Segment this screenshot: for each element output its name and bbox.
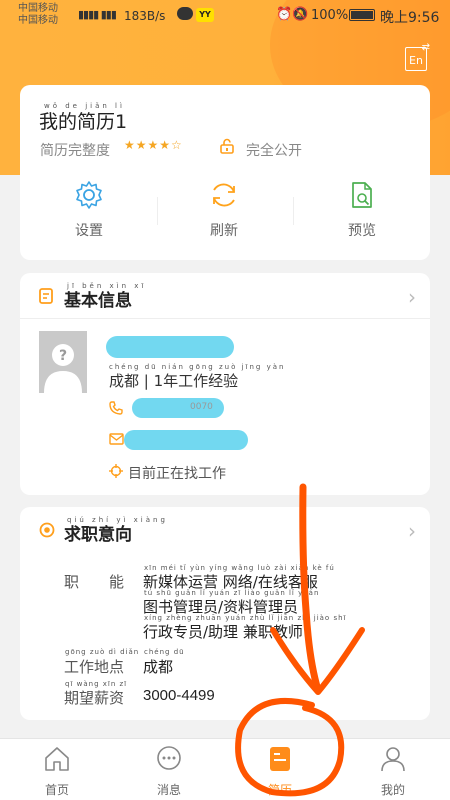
location-label-pinyin: gōng zuò dì diǎn [65,648,140,656]
email-redacted [124,430,248,450]
location-experience: 成都 | 1年工作经验 [109,372,239,390]
job-intent-title: 求职意向 [64,525,132,545]
preview-label: 预览 [348,223,376,239]
carrier-1: 中国移动 [18,3,58,14]
gear-icon [76,181,102,209]
alarm-icon: ⏰ [276,7,293,22]
tab-resume-label: 简历 [267,783,292,797]
function-value-2: 行政专员/助理 兼职教师 [143,623,303,641]
location-value: 成都 [143,658,174,676]
home-icon [45,747,69,771]
chevron-right-icon[interactable]: › [408,519,416,543]
tab-home-label: 首页 [44,783,69,797]
mute-icon: 🔕 [292,7,309,22]
completeness-stars: ★★★★☆ [124,138,183,152]
avatar[interactable]: ? [39,331,87,393]
target-icon [39,522,55,538]
settings-label: 设置 [75,223,103,239]
network-speed: 183B/s [124,9,166,23]
name-redacted [106,336,234,358]
tab-messages[interactable]: 消息 [139,745,199,798]
location-label: 工作地点 [64,658,125,676]
completeness-label: 简历完整度 [40,143,110,159]
visibility-status[interactable]: 完全公开 [246,140,302,160]
job-status: 目前正在找工作 [128,466,226,482]
job-intent-card[interactable]: qiú zhí yì xiàng 求职意向 › 职 能 xīn méi tǐ y… [20,507,430,720]
profile-icon [381,747,405,772]
clock: 晚上9:56 [380,10,440,26]
preview-button[interactable]: 预览 [322,180,402,240]
unlock-icon [220,138,234,154]
carrier-labels: 中国移动 中国移动 [18,3,58,27]
resume-summary-card: wǒ de jiǎn lì 我的简历1 简历完整度 ★★★★☆ 完全公开 设置 … [20,85,430,260]
phone-suffix: 0070 [190,402,213,412]
carrier-2: 中国移动 [18,15,58,26]
refresh-icon [213,183,235,207]
chat-notification-icon [177,7,193,20]
location-pinyin: chéng dū [144,648,185,656]
basic-info-card[interactable]: jī běn xìn xī 基本信息 › ? chéng dū nián gōn… [20,273,430,495]
avatar-placeholder-icon: ? [44,344,82,393]
tab-profile-label: 我的 [380,783,405,797]
basic-info-title: 基本信息 [64,291,132,311]
settings-button[interactable]: 设置 [49,180,129,240]
message-icon [157,746,181,770]
bottom-tab-bar: 首页 消息 简历 我的 [0,738,450,800]
function-label: 职 能 [64,573,125,591]
salary-label: 期望薪资 [64,689,125,707]
mail-icon [109,433,124,445]
refresh-button[interactable]: 刷新 [184,180,264,240]
tab-messages-label: 消息 [156,783,181,797]
phone-icon [109,401,123,415]
svg-text:?: ? [59,348,67,364]
battery-icon [349,9,375,21]
battery-percent: 100% [311,8,349,23]
yy-app-icon: YY [196,8,214,22]
tab-resume[interactable]: 简历 [250,745,310,798]
preview-icon [352,182,372,208]
signal-icon: ▮▮▮▮ ▮▮▮ [78,8,117,21]
resume-title[interactable]: 我的简历1 [39,107,127,134]
refresh-label: 刷新 [210,223,238,239]
status-bar: 中国移动 中国移动 ▮▮▮▮ ▮▮▮ 183B/s YY ⏰ 🔕 100% 晚上… [0,0,450,34]
language-switch-icon[interactable]: En [405,35,430,71]
resume-icon [270,747,290,771]
tab-home[interactable]: 首页 [27,745,87,798]
chevron-right-icon[interactable]: › [408,285,416,309]
crosshair-icon [109,464,123,478]
tab-profile[interactable]: 我的 [363,745,423,798]
document-icon [39,288,53,304]
salary-value: 3000-4499 [143,687,215,704]
